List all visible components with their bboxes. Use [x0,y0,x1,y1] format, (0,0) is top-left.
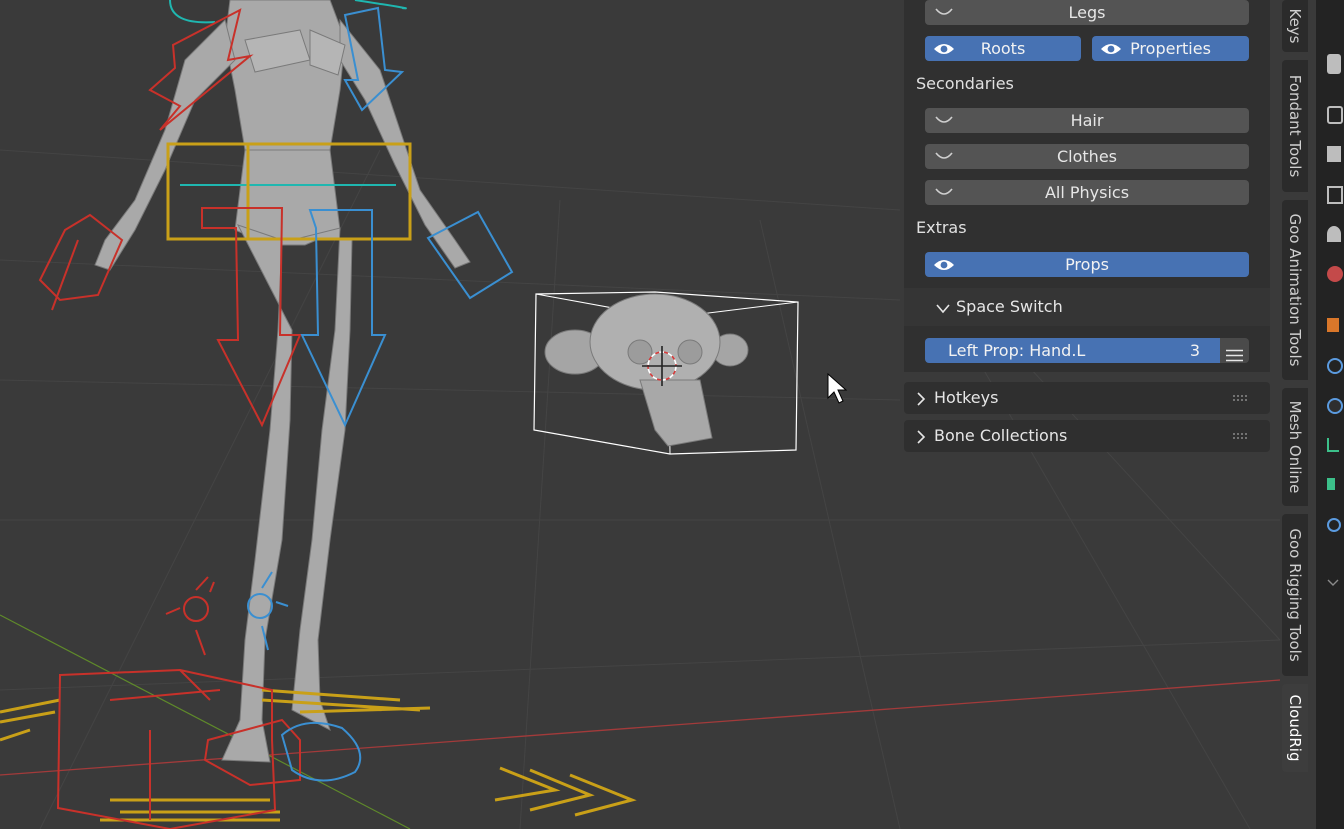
all-physics-toggle-button[interactable]: All Physics [925,180,1249,205]
bone-collections-label: Bone Collections [934,426,1068,445]
eye-icon [1100,36,1122,61]
eye-closed-icon [933,0,955,25]
clothes-toggle-button[interactable]: Clothes [925,144,1249,169]
space-switch-subpanel-header[interactable]: Space Switch [904,288,1270,326]
world-icon[interactable] [1327,266,1343,282]
bone-collections-panel-header[interactable]: Bone Collections [904,420,1270,452]
tab-mesh-online[interactable]: Mesh Online [1282,388,1308,506]
eye-closed-icon [933,144,955,169]
space-switch-label: Space Switch [956,297,1063,316]
props-label: Props [1065,255,1109,274]
eye-closed-icon [933,108,955,133]
all-physics-label: All Physics [1044,183,1130,202]
secondaries-heading: Secondaries [916,74,1014,93]
physics-icon[interactable] [1327,518,1341,532]
properties-label: Properties [1130,39,1211,58]
modifier-icon[interactable] [1327,358,1343,374]
legs-label: Legs [1068,3,1106,22]
props-toggle-button[interactable]: Props [925,252,1249,277]
tab-cloudrig[interactable]: CloudRig [1282,684,1308,772]
drag-grip-icon[interactable] [1232,432,1248,440]
render-icon[interactable] [1327,106,1343,124]
drag-grip-icon[interactable] [1232,394,1248,402]
tab-goo-rigging-tools[interactable]: Goo Rigging Tools [1282,514,1308,676]
data-icon[interactable] [1327,478,1335,490]
hotkeys-label: Hotkeys [934,388,999,407]
eye-icon [933,36,955,61]
clothes-label: Clothes [1057,147,1117,166]
hair-label: Hair [1070,111,1104,130]
properties-icon-strip [1316,0,1344,829]
chevron-right-icon [916,391,926,410]
left-prop-label: Left Prop: Hand.L [948,341,1086,360]
hair-toggle-button[interactable]: Hair [925,108,1249,133]
output-icon[interactable] [1327,146,1341,162]
cloudrig-sidebar-panel: Legs Roots Properties Secondaries Hair C… [904,0,1270,456]
view-layer-icon[interactable] [1327,186,1343,204]
chevron-down-icon[interactable] [1327,572,1344,592]
left-prop-value: 3 [1189,341,1200,360]
tab-goo-animation-tools[interactable]: Goo Animation Tools [1282,200,1308,380]
properties-toggle-button[interactable]: Properties [1092,36,1249,61]
roots-toggle-button[interactable]: Roots [925,36,1081,61]
tool-icon[interactable] [1327,54,1341,74]
hamburger-icon [1226,344,1243,369]
sidebar-tab-strip: Keys Fondant Tools Goo Animation Tools M… [1280,0,1308,829]
eye-closed-icon [933,180,955,205]
chevron-down-icon [936,299,950,318]
chevron-right-icon [916,429,926,448]
roots-label: Roots [980,39,1026,58]
eye-icon [933,252,955,277]
tab-fondant-tools[interactable]: Fondant Tools [1282,60,1308,192]
left-prop-space-field[interactable]: Left Prop: Hand.L 3 [925,338,1220,363]
scene-icon[interactable] [1327,226,1341,242]
left-prop-menu-button[interactable] [1220,338,1249,363]
legs-toggle-button[interactable]: Legs [925,0,1249,25]
constraint-icon[interactable] [1327,398,1343,414]
extras-heading: Extras [916,218,967,237]
object-icon[interactable] [1327,318,1339,332]
tab-keys[interactable]: Keys [1282,0,1308,52]
bone-icon[interactable] [1327,438,1339,452]
hotkeys-panel-header[interactable]: Hotkeys [904,382,1270,414]
